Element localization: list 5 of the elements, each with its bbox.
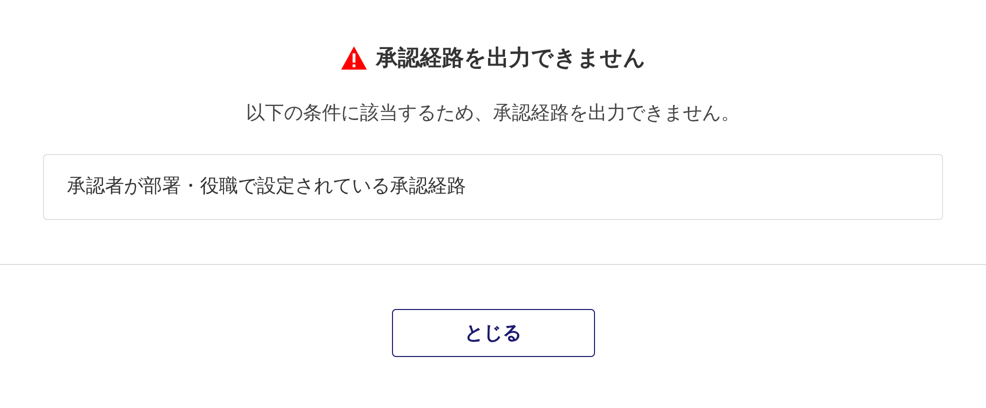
close-button[interactable]: とじる xyxy=(392,309,594,357)
dialog-title: 承認経路を出力できません xyxy=(376,45,646,73)
warning-icon xyxy=(340,45,368,71)
condition-text: 承認者が部署・役職で設定されている承認経路 xyxy=(67,174,467,199)
dialog-message: 以下の条件に該当するため、承認経路を出力できません。 xyxy=(245,101,741,126)
